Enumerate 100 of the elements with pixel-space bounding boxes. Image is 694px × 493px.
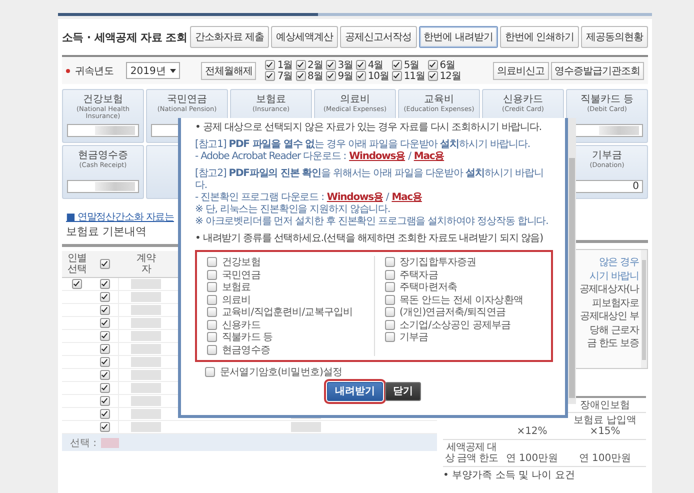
checkbox[interactable] xyxy=(392,71,402,81)
footer-label: 선택 : xyxy=(70,436,97,450)
download-link[interactable]: Windows용 xyxy=(326,192,383,204)
checkbox[interactable] xyxy=(100,279,110,290)
checkbox[interactable] xyxy=(392,60,402,70)
scrollbar[interactable] xyxy=(568,118,576,404)
clear-months-button[interactable]: 전체월해제 xyxy=(200,62,256,80)
blurred-value xyxy=(599,126,639,135)
download-link[interactable]: Mac용 xyxy=(414,151,444,163)
checkbox[interactable] xyxy=(265,60,276,70)
checkbox[interactable] xyxy=(356,71,366,81)
month-label: 12월 xyxy=(440,70,461,82)
checkbox[interactable] xyxy=(100,383,110,394)
checkbox[interactable] xyxy=(207,320,217,330)
toolbar-button[interactable]: 제공동의현황 xyxy=(581,26,648,48)
checkbox[interactable] xyxy=(384,270,394,280)
checkbox[interactable] xyxy=(428,60,438,70)
column-header: 장애인보험 xyxy=(580,400,630,411)
checkbox[interactable] xyxy=(207,332,217,342)
checkbox[interactable] xyxy=(428,71,438,81)
checkbox[interactable] xyxy=(100,422,110,432)
checkbox[interactable] xyxy=(207,270,217,280)
close-button[interactable]: 닫기 xyxy=(385,382,421,400)
category-label: 교육비 xyxy=(424,94,454,106)
checkbox[interactable] xyxy=(205,367,215,378)
checkbox[interactable] xyxy=(100,318,110,328)
checkbox[interactable] xyxy=(296,71,306,81)
option-label: 건강보험 xyxy=(222,256,260,270)
option-label: 직불카드 등 xyxy=(222,331,273,344)
checkbox[interactable] xyxy=(72,279,82,290)
checkbox[interactable] xyxy=(100,409,110,420)
table-cell: ×12% xyxy=(516,426,548,437)
download-link[interactable]: Windows용 xyxy=(349,151,406,163)
year-label: 귀속년도 xyxy=(75,64,114,78)
reference-text: ※ 단, 리눅스는 진본확인을 지원하지 않습니다. xyxy=(195,204,392,216)
toolbar-button[interactable]: 공제신고서작성 xyxy=(340,26,417,48)
checkbox[interactable] xyxy=(265,71,276,81)
checkbox[interactable] xyxy=(207,282,217,292)
option-label: 목돈 안드는 전세 이자상환액 xyxy=(400,294,524,307)
month-label: 1월 xyxy=(277,60,293,70)
scrollbar[interactable] xyxy=(641,250,647,368)
month-label: 2월 xyxy=(308,60,323,70)
separator-text: / xyxy=(408,151,411,163)
month-label: 10월 xyxy=(368,70,389,82)
checkbox[interactable] xyxy=(384,294,394,305)
option-label: 현금영수증 xyxy=(222,344,270,357)
checkbox[interactable] xyxy=(326,60,336,70)
checkbox[interactable] xyxy=(100,357,110,368)
option-label: 보험료 xyxy=(222,281,251,294)
page-title: 소득 · 세액공제 자료 조회 xyxy=(62,30,187,44)
month-label: 8월 xyxy=(308,70,323,82)
checkbox[interactable] xyxy=(100,331,110,342)
option-label: 국민연금 xyxy=(222,268,260,282)
checkbox[interactable] xyxy=(356,60,366,70)
checkbox[interactable] xyxy=(100,344,110,354)
checkbox[interactable] xyxy=(100,305,110,316)
section-heading: • 부양가족 소득 및 나이 요건 xyxy=(443,470,576,482)
toolbar-button[interactable]: 예상세액계산 xyxy=(271,26,338,48)
option-label: 의료비 xyxy=(222,294,251,307)
checkbox[interactable] xyxy=(384,332,394,342)
checkbox[interactable] xyxy=(384,307,394,318)
month-label: 11월 xyxy=(404,70,425,82)
filter-button[interactable]: 의료비신고 xyxy=(493,62,548,80)
checkbox[interactable] xyxy=(100,396,110,406)
checkbox[interactable] xyxy=(207,257,217,268)
table-cell: 보험료 납입액 ×15% xyxy=(573,415,637,437)
month-label: 6월 xyxy=(440,60,455,70)
checkbox[interactable] xyxy=(384,257,394,268)
filter-button[interactable]: 영수증발급기관조회 xyxy=(550,62,644,80)
info-text: 공제대상자(나 xyxy=(579,283,639,296)
checkbox[interactable] xyxy=(384,320,394,330)
blurred-value xyxy=(95,126,135,135)
checkbox[interactable] xyxy=(100,292,110,302)
month-label: 5월 xyxy=(404,60,419,70)
option-label: 문서열기암호(비밀번호)설정 xyxy=(220,366,342,380)
month-label: 9월 xyxy=(338,70,353,82)
checkbox[interactable] xyxy=(100,258,110,269)
option-label: 장기집합투자증권 xyxy=(400,256,476,270)
year-select[interactable]: 2019년 xyxy=(126,62,180,79)
notice-link[interactable]: ■ 연말정산간소화 자료는 xyxy=(66,212,174,223)
option-label: (개인)연금저축/퇴직연금 xyxy=(400,306,506,320)
category-label: 보험료 xyxy=(256,94,286,106)
info-text: 피보험자로 xyxy=(592,296,639,310)
table-cell: 연 100만원 xyxy=(578,453,632,464)
option-label: 소기업/소상공인 공제부금 xyxy=(400,318,511,332)
download-link[interactable]: Mac용 xyxy=(392,192,422,204)
toolbar-button[interactable]: 간소화자료 제출 xyxy=(190,26,270,48)
checkbox[interactable] xyxy=(296,60,306,70)
checkbox[interactable] xyxy=(384,282,394,292)
info-text: 공제대상인 부 xyxy=(580,310,639,324)
option-label: 신용카드 xyxy=(222,318,260,332)
toolbar-button[interactable]: 한번에 내려받기 xyxy=(418,26,498,48)
table-cell: 연 100만원 xyxy=(506,453,558,464)
checkbox[interactable] xyxy=(207,307,217,318)
toolbar-button[interactable]: 한번에 인쇄하기 xyxy=(500,26,579,48)
checkbox[interactable] xyxy=(326,71,336,81)
category-label: 의료비 xyxy=(340,94,370,106)
checkbox[interactable] xyxy=(100,370,110,380)
checkbox[interactable] xyxy=(207,344,217,355)
checkbox[interactable] xyxy=(207,294,217,305)
